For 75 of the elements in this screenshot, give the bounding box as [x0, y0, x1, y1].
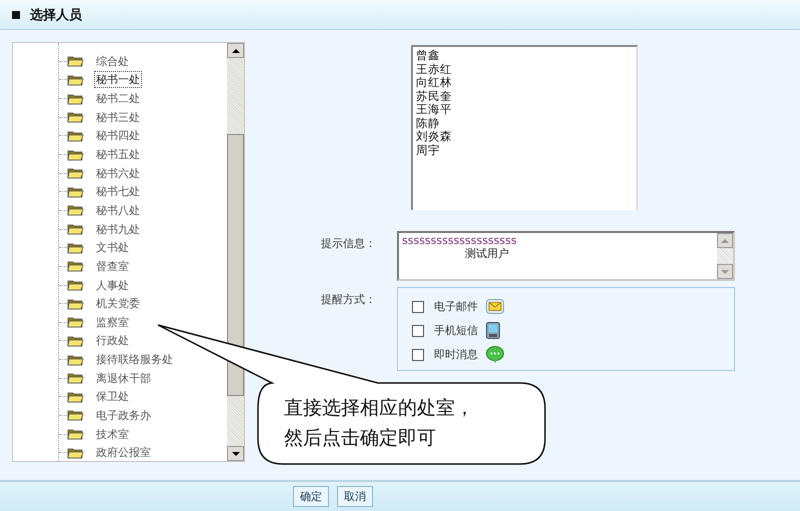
folder-icon [67, 446, 84, 459]
folder-icon [67, 260, 84, 272]
checkbox[interactable] [412, 324, 424, 336]
department-item[interactable]: 秘书七处 [94, 183, 142, 200]
department-item[interactable]: 行政处 [94, 332, 131, 350]
checkbox[interactable] [412, 348, 424, 360]
folder-icon [67, 279, 84, 291]
person-item[interactable]: 苏民奎 [416, 90, 633, 103]
person-item[interactable]: 周宇 [416, 144, 633, 157]
department-item[interactable]: 秘书二处 [94, 90, 142, 108]
option-label: 电子邮件 [434, 299, 478, 314]
scroll-up-button[interactable] [227, 43, 244, 58]
folder-icon [67, 74, 84, 86]
dialog-button[interactable]: 确定 [293, 486, 329, 507]
department-item[interactable]: 秘书一处 [94, 71, 142, 88]
folder-icon [67, 55, 84, 68]
department-item[interactable]: 保卫处 [94, 388, 131, 406]
message-label: 提示信息： [320, 236, 377, 252]
folder-icon [67, 242, 84, 254]
folder-icon [67, 334, 84, 347]
option-label: 手机短信 [434, 323, 478, 338]
department-item[interactable]: 秘书三处 [94, 108, 142, 126]
department-item[interactable]: 技术室 [94, 426, 131, 443]
square-icon [12, 10, 20, 18]
folder-icon [67, 92, 84, 105]
person-item[interactable]: 王海平 [416, 103, 633, 116]
person-item[interactable]: 刘炎森 [416, 130, 633, 144]
department-item[interactable]: 秘书六处 [94, 164, 142, 182]
department-item[interactable]: 人事处 [94, 276, 131, 294]
department-item[interactable]: 文书处 [94, 239, 131, 256]
person-item[interactable]: 陈静 [416, 116, 633, 130]
department-item[interactable]: 秘书四处 [94, 127, 142, 144]
scrollbar[interactable] [227, 43, 244, 461]
folder-icon [67, 148, 84, 161]
callout-text: 直接选择相应的处室， 然后点击确定即可 [284, 396, 474, 451]
folder-icon [67, 130, 84, 142]
folder-icon [67, 111, 84, 124]
speech-bubble-icon [486, 346, 504, 363]
option-label: 即时消息 [434, 347, 478, 362]
dialog-button[interactable]: 取消 [337, 486, 373, 507]
dialog-title: 选择人员 [30, 6, 82, 24]
department-item[interactable]: 秘书五处 [94, 146, 142, 164]
reminder-label: 提醒方式： [320, 292, 377, 308]
folder-icon [67, 186, 84, 198]
selected-people-list[interactable]: 曾鑫 王赤红 向红林 苏民奎 王海平 陈静 刘炎森 周宇 [411, 45, 638, 210]
folder-icon [67, 316, 84, 328]
folder-icon [67, 390, 84, 403]
message-field[interactable]: ssssssssssssssssssss 测试用户 [397, 231, 735, 281]
folder-icon [67, 409, 84, 422]
person-item[interactable]: 向红林 [416, 76, 633, 90]
checkbox[interactable] [412, 300, 424, 312]
department-item[interactable]: 秘书九处 [94, 220, 142, 238]
folder-icon [67, 204, 84, 216]
department-item[interactable]: 电子政务办 [94, 406, 153, 424]
phone-icon [486, 322, 500, 339]
department-item[interactable]: 监察室 [94, 314, 131, 331]
folder-icon [67, 298, 84, 310]
person-item[interactable]: 王赤红 [416, 62, 633, 76]
folder-icon [67, 167, 84, 180]
department-item[interactable]: 离退休干部 [94, 370, 153, 387]
department-item[interactable]: 综合处 [94, 52, 131, 70]
department-item[interactable]: 秘书八处 [94, 202, 142, 219]
department-item[interactable]: 接待联络服务处 [94, 351, 175, 368]
folder-icon [67, 354, 84, 366]
message-text: ssssssssssssssssssss [402, 234, 518, 247]
department-item[interactable]: 政府公报室 [94, 444, 153, 461]
folder-icon [67, 223, 84, 236]
folder-icon [67, 428, 84, 440]
message-text: 测试用户 [464, 247, 510, 260]
department-item[interactable]: 机关党委 [94, 295, 142, 312]
folder-icon [67, 372, 84, 384]
envelope-icon [486, 299, 504, 314]
scroll-down-button[interactable] [227, 446, 244, 461]
department-item[interactable]: 督查室 [94, 258, 131, 275]
person-item[interactable]: 曾鑫 [416, 49, 633, 62]
